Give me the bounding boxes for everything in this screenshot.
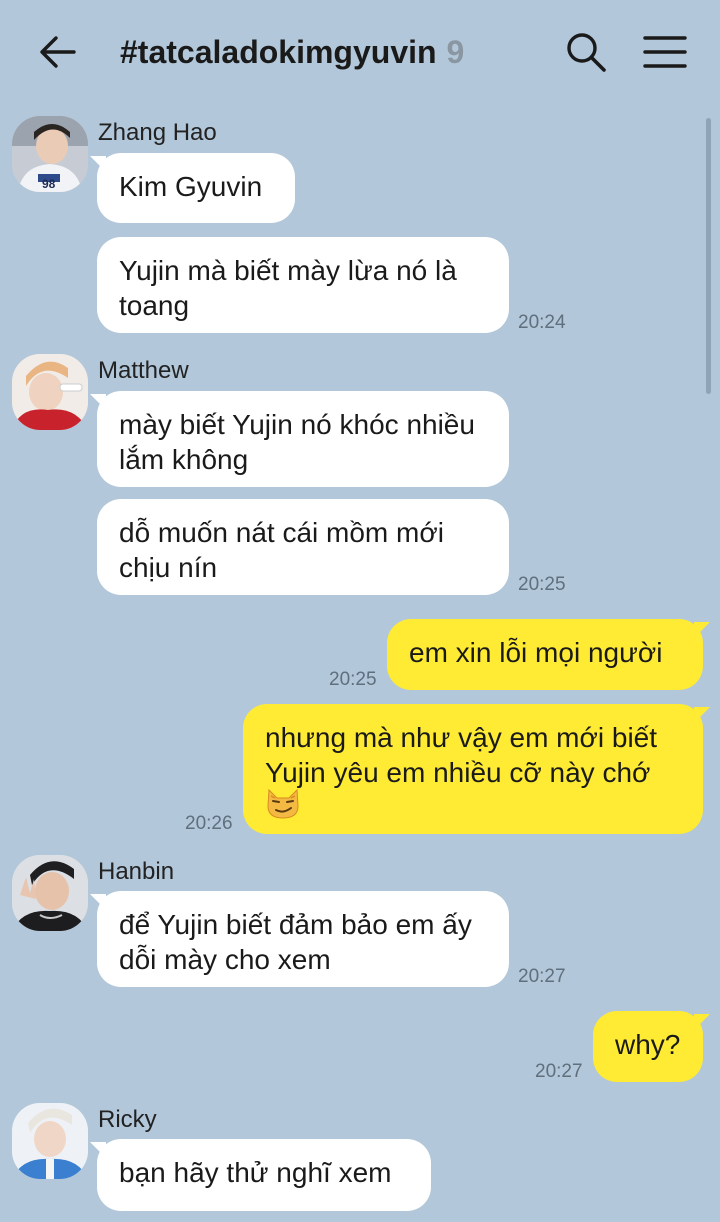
avatar-hanbin[interactable] xyxy=(12,855,88,931)
bubble-tail xyxy=(694,707,710,723)
message-text: dỗ muốn nát cái mồm mới chịu nín xyxy=(119,517,444,583)
avatar-ricky[interactable] xyxy=(12,1103,88,1179)
message-time: 20:24 xyxy=(518,312,566,333)
svg-text:98: 98 xyxy=(42,177,56,191)
message-bubble[interactable]: để Yujin biết đảm bảo em ấy dỗi mày cho … xyxy=(97,891,509,987)
sender-name: Zhang Hao xyxy=(98,119,217,146)
message-text: nhưng mà như vậy em mới biết Yujin yêu e… xyxy=(265,722,658,788)
bubble-tail xyxy=(694,622,710,638)
message-time: 20:25 xyxy=(329,669,377,690)
message-text: mày biết Yujin nó khóc nhiều lắm không xyxy=(119,409,475,475)
sender-name: Matthew xyxy=(98,357,189,384)
message-text: em xin lỗi mọi người xyxy=(409,637,663,668)
message-text: why? xyxy=(615,1029,681,1060)
message-list: 98 Zhang Hao Kim Gyuvin Yujin mà biết mà… xyxy=(0,0,720,1222)
bubble-tail xyxy=(694,1014,710,1030)
message-bubble[interactable]: dỗ muốn nát cái mồm mới chịu nín xyxy=(97,499,509,595)
smirking-cat-emoji-icon xyxy=(265,788,301,828)
message-bubble[interactable]: Yujin mà biết mày lừa nó là toang xyxy=(97,237,509,333)
message-text: Kim Gyuvin xyxy=(119,171,263,202)
sender-name: Hanbin xyxy=(98,858,175,885)
message-time: 20:27 xyxy=(518,966,566,987)
message-bubble[interactable]: why? xyxy=(593,1011,703,1082)
message-text: Yujin mà biết mày lừa nó là toang xyxy=(119,255,457,321)
message-bubble[interactable]: Kim Gyuvin xyxy=(97,153,295,223)
message-text: bạn hãy thử nghĩ xem xyxy=(119,1157,392,1188)
message-text: để Yujin biết đảm bảo em ấy dỗi mày cho … xyxy=(119,909,472,975)
message-time: 20:27 xyxy=(535,1061,583,1082)
avatar-zhang-hao[interactable]: 98 xyxy=(12,116,88,192)
message-time: 20:25 xyxy=(518,574,566,595)
message-bubble[interactable]: mày biết Yujin nó khóc nhiều lắm không xyxy=(97,391,509,487)
message-bubble[interactable]: nhưng mà như vậy em mới biết Yujin yêu e… xyxy=(243,704,703,834)
avatar-matthew[interactable] xyxy=(12,354,88,430)
sender-name: Ricky xyxy=(98,1106,157,1133)
message-bubble[interactable]: em xin lỗi mọi người xyxy=(387,619,703,690)
message-time: 20:26 xyxy=(185,813,233,834)
message-bubble[interactable]: bạn hãy thử nghĩ xem xyxy=(97,1139,431,1211)
